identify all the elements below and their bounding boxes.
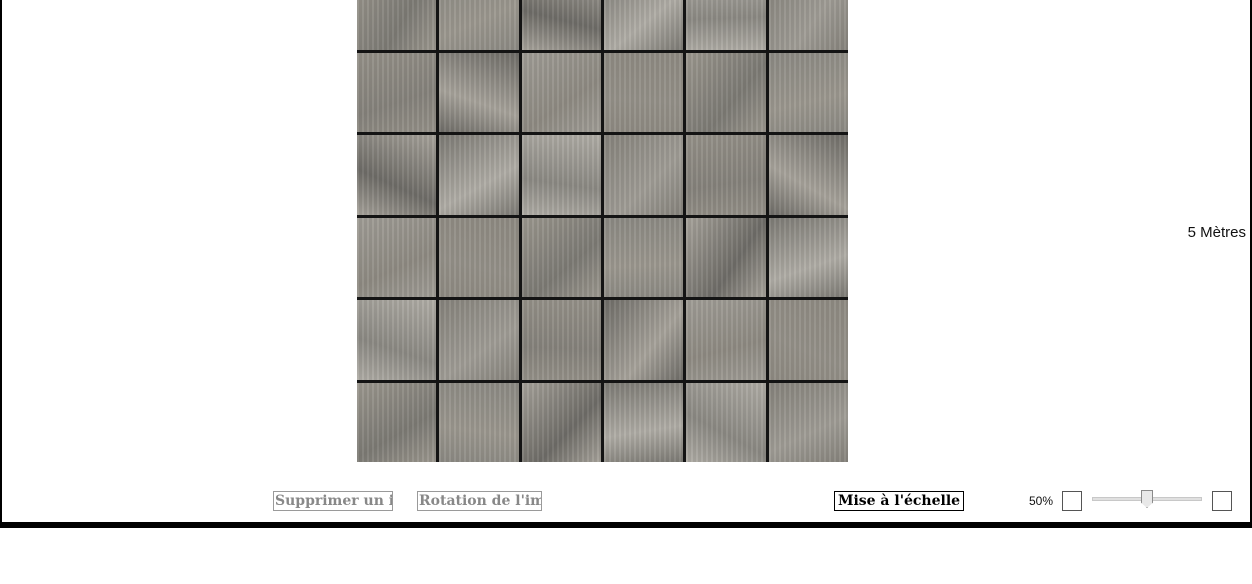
design-canvas[interactable]: 5 Mètres [0,0,1252,528]
mosaic-tile [768,0,848,50]
mosaic-tile [439,300,519,380]
zoom-value: 50% [1029,494,1054,508]
tile-grid [357,0,848,462]
mosaic-tile [521,52,602,132]
mosaic-tile [768,382,848,462]
mosaic-tile [439,0,519,50]
mosaic-tile [439,135,519,215]
mosaic-tile-image[interactable] [357,0,848,462]
mosaic-tile [768,52,848,132]
mosaic-tile [686,0,766,50]
mosaic-tile [768,217,848,297]
mosaic-tile [439,217,519,297]
mosaic-tile [604,135,684,215]
delete-item-button[interactable]: Supprimer un item [273,491,393,511]
mosaic-tile [686,300,766,380]
mosaic-tile [439,52,519,132]
mosaic-tile [604,52,684,132]
mosaic-tile [357,135,437,215]
mosaic-tile [686,217,766,297]
rotate-image-button[interactable]: Rotation de l'image [417,491,542,511]
mosaic-tile [521,382,602,462]
mosaic-tile [604,217,684,297]
scale-button[interactable]: Mise à l'échelle [834,491,964,511]
mosaic-tile [604,382,684,462]
mosaic-tile [357,0,437,50]
mosaic-tile [521,0,602,50]
mosaic-tile [768,135,848,215]
mosaic-tile [357,382,437,462]
mosaic-tile [686,135,766,215]
zoom-in-button[interactable] [1212,491,1232,511]
mosaic-tile [521,217,602,297]
mosaic-tile [357,52,437,132]
mosaic-tile [521,300,602,380]
mosaic-tile [604,0,684,50]
scale-label: 5 Mètres [1187,224,1246,241]
mosaic-tile [357,217,437,297]
zoom-out-button[interactable] [1062,491,1082,511]
mosaic-tile [686,52,766,132]
mosaic-tile [439,382,519,462]
mosaic-tile [768,300,848,380]
mosaic-tile [686,382,766,462]
mosaic-tile [604,300,684,380]
mosaic-tile [357,300,437,380]
mosaic-tile [521,135,602,215]
